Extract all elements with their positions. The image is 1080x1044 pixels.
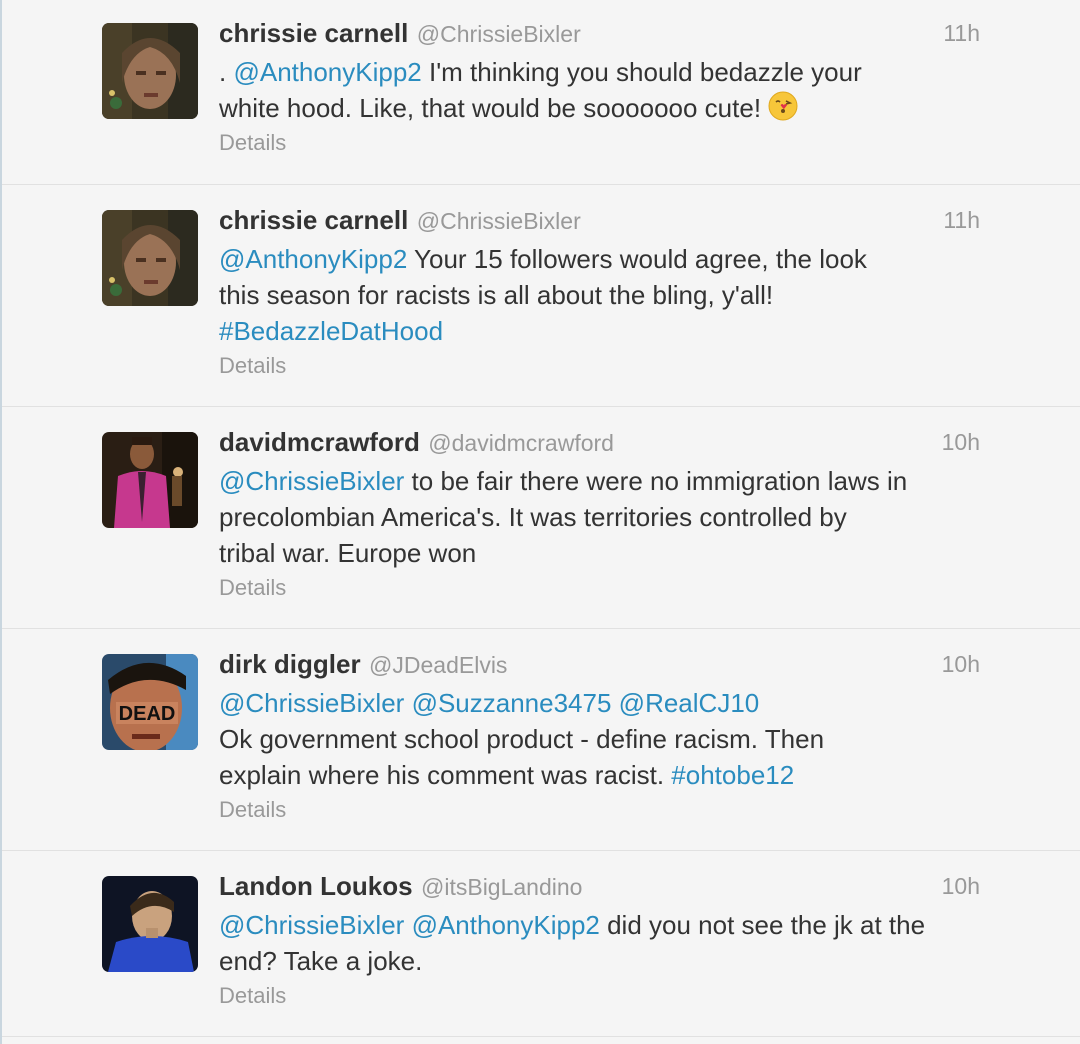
tweet-line: explain where his comment was racist. #o… (219, 757, 980, 793)
avatar[interactable]: DEAD (102, 654, 198, 750)
tweet-content: davidmcrawford @davidmcrawford 10h @Chri… (219, 427, 980, 603)
tweet[interactable]: Landon Loukos @itsBigLandino 10h @Chriss… (2, 850, 1080, 1037)
tweet-line: white hood. Like, that would be sooooooo… (219, 90, 980, 126)
details-link[interactable]: Details (219, 351, 980, 381)
avatar-dead-face-icon: DEAD (102, 654, 198, 750)
tweet[interactable]: chrissie carnell @ChrissieBixler 11h @An… (2, 184, 1080, 407)
fullname[interactable]: chrissie carnell (219, 205, 408, 235)
tweet-line: . @AnthonyKipp2 I'm thinking you should … (219, 54, 980, 90)
screen-name[interactable]: @ChrissieBixler (417, 208, 581, 234)
tweet-header: davidmcrawford @davidmcrawford 10h (219, 427, 980, 463)
text-segment: end? Take a joke. (219, 946, 423, 976)
tweet-header: chrissie carnell @ChrissieBixler 11h (219, 205, 980, 241)
avatar-woman-icon (102, 23, 198, 119)
fullname[interactable]: Landon Loukos (219, 871, 413, 901)
tweet-text: @ChrissieBixler to be fair there were no… (219, 463, 980, 571)
text-segment: . (219, 57, 234, 87)
tweet-line: end? Take a joke. (219, 943, 980, 979)
mention-link[interactable]: @RealCJ10 (619, 688, 760, 718)
text-segment (404, 688, 411, 718)
avatar-young-man-icon (102, 876, 198, 972)
tweet-line: Ok government school product - define ra… (219, 721, 980, 757)
text-segment: tribal war. Europe won (219, 538, 477, 568)
timestamp[interactable]: 11h (943, 207, 980, 234)
tweet-content: chrissie carnell @ChrissieBixler 11h @An… (219, 205, 980, 381)
fullname[interactable]: chrissie carnell (219, 18, 408, 48)
text-segment: white hood. Like, that would be sooooooo… (219, 93, 769, 123)
mention-link[interactable]: @AnthonyKipp2 (233, 57, 421, 87)
timestamp[interactable]: 11h (943, 20, 980, 47)
mention-link[interactable]: @AnthonyKipp2 (412, 910, 600, 940)
tweet-stream: chrissie carnell @ChrissieBixler 11h . @… (0, 0, 1080, 1044)
tweet-line: @ChrissieBixler to be fair there were no… (219, 463, 980, 499)
details-link[interactable]: Details (219, 981, 980, 1011)
details-link[interactable]: Details (219, 573, 980, 603)
text-segment (404, 910, 411, 940)
tweet-text: @AnthonyKipp2 Your 15 followers would ag… (219, 241, 980, 349)
mention-link[interactable]: @AnthonyKipp2 (219, 244, 407, 274)
tweet[interactable]: davidmcrawford @davidmcrawford 10h @Chri… (2, 406, 1080, 629)
mention-link[interactable]: @ChrissieBixler (219, 688, 404, 718)
stream-divider (2, 1036, 1080, 1037)
text-segment: to be fair there were no immigration law… (404, 466, 908, 496)
mention-link[interactable]: @ChrissieBixler (219, 466, 404, 496)
hashtag-link[interactable]: #BedazzleDatHood (219, 316, 443, 346)
text-segment (611, 688, 618, 718)
mention-link[interactable]: @ChrissieBixler (219, 910, 404, 940)
timestamp[interactable]: 10h (942, 873, 980, 900)
avatar-woman-icon (102, 210, 198, 306)
hashtag-link[interactable]: #ohtobe12 (671, 760, 794, 790)
screen-name[interactable]: @itsBigLandino (421, 874, 582, 900)
text-segment: Ok government school product - define ra… (219, 724, 825, 754)
tweet-content: Landon Loukos @itsBigLandino 10h @Chriss… (219, 871, 980, 1011)
screen-name[interactable]: @JDeadElvis (369, 652, 507, 678)
avatar[interactable] (102, 23, 198, 119)
avatar-man-pink-shirt-icon (102, 432, 198, 528)
avatar[interactable] (102, 210, 198, 306)
details-link[interactable]: Details (219, 795, 980, 825)
tweet[interactable]: chrissie carnell @ChrissieBixler 11h . @… (2, 0, 1080, 184)
tweet-content: chrissie carnell @ChrissieBixler 11h . @… (219, 18, 980, 158)
tweet-line: @ChrissieBixler @AnthonyKipp2 did you no… (219, 907, 980, 943)
details-link[interactable]: Details (219, 128, 980, 158)
mention-link[interactable]: @Suzzanne3475 (412, 688, 612, 718)
tweet-line: #BedazzleDatHood (219, 313, 980, 349)
avatar[interactable] (102, 876, 198, 972)
text-segment: Your 15 followers would agree, the look (407, 244, 867, 274)
tweet-line: precolombian America's. It was territori… (219, 499, 980, 535)
avatar-caption: DEAD (119, 703, 176, 725)
text-segment: did you not see the jk at the (599, 910, 926, 940)
tweet-text: @ChrissieBixler @Suzzanne3475 @RealCJ10 … (219, 685, 980, 793)
tweet-content: dirk diggler @JDeadElvis 10h @ChrissieBi… (219, 649, 980, 825)
tweet-line: this season for racists is all about the… (219, 277, 980, 313)
avatar[interactable] (102, 432, 198, 528)
tweet-line: tribal war. Europe won (219, 535, 980, 571)
text-segment: I'm thinking you should bedazzle your (421, 57, 862, 87)
tweet-header: Landon Loukos @itsBigLandino 10h (219, 871, 980, 907)
tweet[interactable]: DEAD dirk diggler @JDeadElvis 10h @Chris… (2, 628, 1080, 851)
tweet-line: @ChrissieBixler @Suzzanne3475 @RealCJ10 (219, 685, 980, 721)
tweet-text: @ChrissieBixler @AnthonyKipp2 did you no… (219, 907, 980, 979)
tweet-header: chrissie carnell @ChrissieBixler 11h (219, 18, 980, 54)
text-segment: explain where his comment was racist. (219, 760, 672, 790)
kiss-emoji-icon (768, 91, 798, 121)
fullname[interactable]: dirk diggler (219, 649, 361, 679)
timestamp[interactable]: 10h (942, 429, 980, 456)
screen-name[interactable]: @ChrissieBixler (417, 21, 581, 47)
screen-name[interactable]: @davidmcrawford (428, 430, 614, 456)
tweet-text: . @AnthonyKipp2 I'm thinking you should … (219, 54, 980, 126)
text-segment: this season for racists is all about the… (219, 280, 774, 310)
tweet-header: dirk diggler @JDeadElvis 10h (219, 649, 980, 685)
tweet-line: @AnthonyKipp2 Your 15 followers would ag… (219, 241, 980, 277)
timestamp[interactable]: 10h (942, 651, 980, 678)
fullname[interactable]: davidmcrawford (219, 427, 420, 457)
text-segment: precolombian America's. It was territori… (219, 502, 847, 532)
